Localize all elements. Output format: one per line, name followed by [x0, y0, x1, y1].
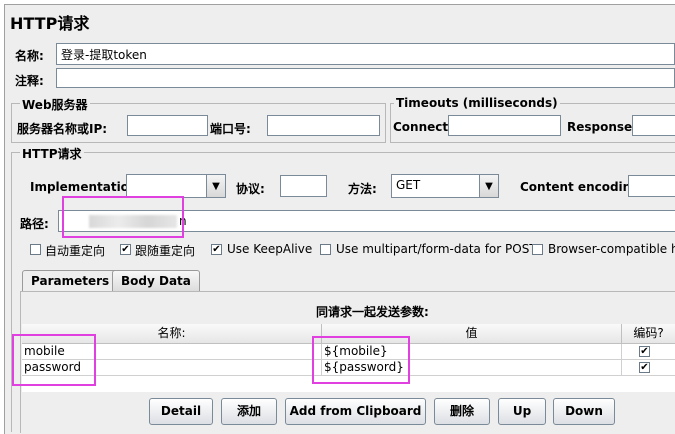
tab-body-data[interactable]: Body Data [112, 270, 200, 291]
table-row-encode[interactable]: ✔ [622, 344, 675, 360]
response-input[interactable] [632, 115, 675, 136]
web-server-legend: Web服务器 [20, 96, 90, 113]
method-select[interactable]: GET ▼ [391, 174, 499, 198]
keepalive-checkbox[interactable]: ✔ [211, 244, 222, 255]
comment-input[interactable] [56, 68, 675, 88]
encoding-label: Content encoding: [520, 180, 645, 194]
follow-redirect-checkbox[interactable]: ✔ [120, 244, 131, 255]
connect-input[interactable] [448, 115, 561, 136]
encode-checkbox[interactable]: ✔ [639, 346, 650, 357]
chevron-down-icon[interactable]: ▼ [206, 175, 225, 197]
encode-checkbox[interactable]: ✔ [639, 362, 650, 373]
path-label: 路径: [20, 217, 49, 231]
protocol-input[interactable] [280, 175, 327, 197]
multipart-label: Use multipart/form-data for POST [336, 242, 537, 256]
encoding-input[interactable] [628, 175, 675, 197]
chevron-down-icon[interactable]: ▼ [479, 175, 498, 197]
server-input[interactable] [127, 115, 208, 136]
follow-redirect-label: 跟随重定向 [135, 244, 196, 258]
method-value: GET [396, 178, 421, 192]
up-button[interactable]: Up [498, 398, 546, 425]
highlight-box-param-values [312, 336, 410, 384]
table-row-encode[interactable]: ✔ [622, 360, 675, 376]
detail-button[interactable]: Detail [149, 398, 213, 425]
comment-label: 注释: [15, 74, 44, 88]
browser-compatible-checkbox[interactable] [532, 244, 543, 255]
http-request-legend: HTTP请求 [20, 145, 84, 162]
page-title: HTTP请求 [10, 14, 90, 33]
tab-parameters[interactable]: Parameters [22, 270, 119, 292]
server-label: 服务器名称或IP: [17, 122, 108, 136]
timeouts-legend: Timeouts (milliseconds) [394, 96, 560, 110]
params-caption: 同请求一起发送参数: [316, 305, 429, 319]
name-label: 名称: [15, 49, 44, 63]
name-input[interactable]: 登录-提取token [56, 43, 675, 65]
column-header-encode[interactable]: 编码? [622, 324, 675, 344]
implementation-select[interactable]: ▼ [126, 174, 226, 198]
browser-compatible-label: Browser-compatible h [548, 242, 675, 256]
port-input[interactable] [267, 115, 380, 136]
protocol-label: 协议: [236, 182, 265, 196]
auto-redirect-checkbox[interactable] [30, 244, 41, 255]
add-button[interactable]: 添加 [221, 398, 277, 425]
multipart-checkbox[interactable] [320, 244, 331, 255]
down-button[interactable]: Down [553, 398, 615, 425]
keepalive-label: Use KeepAlive [227, 242, 313, 256]
method-label: 方法: [348, 182, 377, 196]
auto-redirect-label: 自动重定向 [45, 244, 106, 258]
connect-label: Connect: [393, 120, 453, 134]
response-label: Response: [567, 120, 637, 134]
highlight-box-param-names [12, 334, 96, 386]
port-label: 端口号: [210, 122, 251, 136]
highlight-box-path [62, 196, 184, 238]
delete-button[interactable]: 删除 [434, 398, 490, 425]
add-from-clipboard-button[interactable]: Add from Clipboard [285, 398, 426, 425]
